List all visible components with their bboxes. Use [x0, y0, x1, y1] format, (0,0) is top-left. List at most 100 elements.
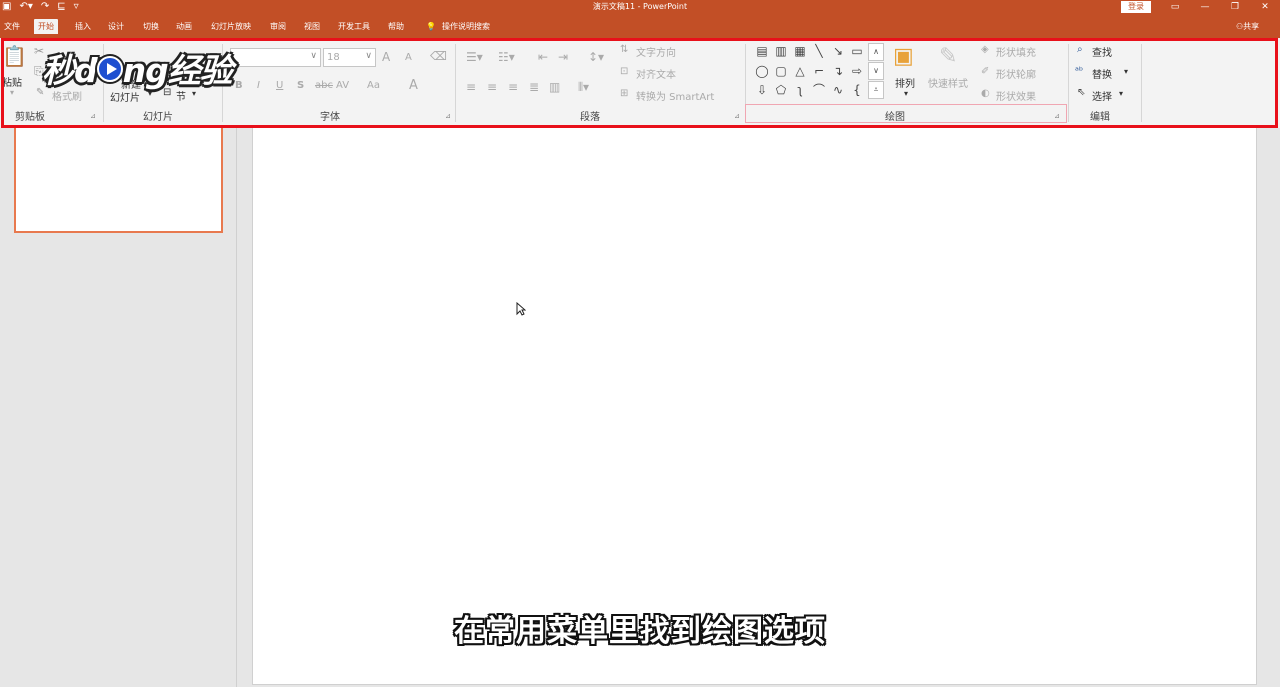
tab-slideshow[interactable]: 幻灯片放映 [207, 19, 255, 34]
shrink-font-icon[interactable]: A [405, 52, 412, 63]
align-right-icon[interactable]: ≡ [508, 80, 518, 94]
replace-icon[interactable]: ᵃᵇ [1075, 66, 1083, 77]
tab-transitions[interactable]: 切换 [139, 19, 163, 34]
italic-button[interactable]: I [257, 80, 260, 91]
font-family-input[interactable]: ∨ [230, 48, 321, 67]
textbox-shape-icon[interactable]: ▦ [792, 43, 808, 59]
paint-bucket-icon[interactable]: ◈ [981, 44, 989, 55]
elbow-connector-shape-icon[interactable]: ⌐ [811, 63, 827, 79]
align-text-icon[interactable]: ⊡ [620, 66, 628, 77]
chevron-down-icon[interactable]: ∨ [868, 62, 884, 80]
oval-shape-icon[interactable]: ◯ [754, 63, 770, 79]
elbow-arrow-shape-icon[interactable]: ↴ [830, 63, 846, 79]
close-icon[interactable]: ✕ [1250, 0, 1280, 14]
tab-home[interactable]: 开始 [34, 19, 58, 34]
freeform-shape-icon[interactable]: ʅ [792, 82, 808, 98]
tab-review[interactable]: 审阅 [266, 19, 290, 34]
slide-thumbnail[interactable] [14, 128, 223, 233]
shadow-button[interactable]: S [297, 80, 304, 91]
quick-styles-icon[interactable]: ✎ [939, 44, 957, 69]
down-arrow-shape-icon[interactable]: ⇩ [754, 82, 770, 98]
rounded-rectangle-shape-icon[interactable]: ▢ [773, 63, 789, 79]
shape-outline-label[interactable]: 形状轮廓 [996, 66, 1036, 81]
clear-format-icon[interactable]: ⌫ [430, 49, 447, 63]
paragraph-launcher-icon[interactable]: ⊿ [734, 112, 740, 120]
align-center-icon[interactable]: ≡ [487, 80, 497, 94]
justify-icon[interactable]: ≣ [529, 80, 539, 94]
drawing-launcher-icon[interactable]: ⊿ [1054, 112, 1060, 120]
numbering-icon[interactable]: ☷▾ [498, 50, 515, 64]
font-size-input[interactable]: 18 ∨ [323, 48, 376, 67]
arrange-icon[interactable]: ▣ [893, 44, 914, 69]
decrease-indent-icon[interactable]: ⇤ [538, 50, 548, 64]
underline-button[interactable]: U [276, 80, 283, 91]
tab-animations[interactable]: 动画 [172, 19, 196, 34]
tab-design[interactable]: 设计 [104, 19, 128, 34]
align-text-label[interactable]: 对齐文本 [636, 66, 676, 81]
tab-help[interactable]: 帮助 [384, 19, 408, 34]
logo-text-start: 秒d [42, 51, 98, 90]
search-icon[interactable]: ⌕ [1077, 44, 1083, 55]
triangle-shape-icon[interactable]: △ [792, 63, 808, 79]
pen-icon[interactable]: ✐ [981, 66, 989, 77]
replace-label[interactable]: 替换 [1092, 66, 1112, 81]
pentagon-shape-icon[interactable]: ⬠ [773, 82, 789, 98]
paste-clipboard-icon[interactable]: 📋 [2, 44, 27, 68]
paste-label[interactable]: 粘贴 [2, 74, 22, 89]
bold-button[interactable]: B [235, 80, 243, 91]
font-launcher-icon[interactable]: ⊿ [445, 112, 451, 120]
grow-font-icon[interactable]: A [382, 50, 390, 64]
tab-file[interactable]: 文件 [0, 19, 24, 34]
select-dropdown-icon[interactable]: ▾ [1119, 89, 1123, 98]
smartart-label[interactable]: 转换为 SmartArt [636, 88, 714, 103]
text-direction-icon[interactable]: ⇅ [620, 44, 628, 55]
textbox-shape-icon[interactable]: ▤ [754, 43, 770, 59]
slide-canvas[interactable] [252, 128, 1257, 685]
find-label[interactable]: 查找 [1092, 44, 1112, 59]
share-button[interactable]: ⚇共享 [1236, 19, 1259, 34]
font-color-button[interactable]: A [409, 78, 418, 93]
align-left-icon[interactable]: ≡ [466, 80, 476, 94]
brace-shape-icon[interactable]: { [849, 82, 865, 98]
login-button[interactable]: 登录 [1121, 1, 1151, 13]
curve-shape-icon[interactable]: ∿ [830, 82, 846, 98]
select-label[interactable]: 选择 [1092, 88, 1112, 103]
chevron-up-icon[interactable]: ∧ [868, 43, 884, 61]
bullets-icon[interactable]: ☰▾ [466, 50, 483, 64]
arrow-line-shape-icon[interactable]: ↘ [830, 43, 846, 59]
vertical-textbox-shape-icon[interactable]: ▥ [773, 43, 789, 59]
strikethrough-button[interactable]: abc [315, 80, 333, 91]
tell-me-search[interactable]: 操作说明搜索 [438, 19, 494, 34]
quick-styles-label[interactable]: 快速样式 [928, 75, 968, 90]
arc-shape-icon[interactable]: ⌒ [811, 82, 827, 98]
right-arrow-shape-icon[interactable]: ⇨ [849, 63, 865, 79]
tab-insert[interactable]: 插入 [71, 19, 95, 34]
text-direction-label[interactable]: 文字方向 [636, 44, 676, 59]
tab-developer[interactable]: 开发工具 [334, 19, 374, 34]
select-cursor-icon[interactable]: ⇖ [1077, 87, 1085, 98]
shape-effects-label[interactable]: 形状效果 [996, 88, 1036, 103]
distributed-icon[interactable]: ▥ [549, 80, 560, 94]
ribbon-display-icon[interactable]: ▭ [1160, 0, 1190, 14]
columns-icon[interactable]: ⫴▾ [578, 80, 589, 95]
shape-fill-label[interactable]: 形状填充 [996, 44, 1036, 59]
change-case-button[interactable]: Aa [367, 80, 380, 91]
paste-dropdown-icon[interactable]: ▾ [10, 88, 14, 97]
rectangle-shape-icon[interactable]: ▭ [849, 43, 865, 59]
line-spacing-icon[interactable]: ↕▾ [588, 50, 604, 64]
more-shapes-icon[interactable]: ⩡ [868, 81, 884, 99]
smartart-icon[interactable]: ⊞ [620, 88, 628, 99]
clipboard-launcher-icon[interactable]: ⊿ [90, 112, 96, 120]
shapes-gallery[interactable]: ▤ ▥ ▦ ╲ ↘ ▭ ◯ ▢ △ ⌐ ↴ ⇨ ⇩ ⬠ ʅ ⌒ ∿ { [752, 43, 866, 99]
char-spacing-button[interactable]: AV [336, 80, 349, 91]
shapes-gallery-scroll[interactable]: ∧ ∨ ⩡ [868, 43, 884, 100]
effects-icon[interactable]: ◐ [981, 88, 990, 99]
line-shape-icon[interactable]: ╲ [811, 43, 827, 59]
replace-dropdown-icon[interactable]: ▾ [1124, 67, 1128, 76]
restore-icon[interactable]: ❐ [1220, 0, 1250, 14]
arrange-dropdown-icon[interactable]: ▾ [904, 89, 908, 98]
minimize-icon[interactable]: — [1190, 0, 1220, 14]
increase-indent-icon[interactable]: ⇥ [558, 50, 568, 64]
tab-view[interactable]: 视图 [300, 19, 324, 34]
arrange-label[interactable]: 排列 [895, 75, 915, 90]
